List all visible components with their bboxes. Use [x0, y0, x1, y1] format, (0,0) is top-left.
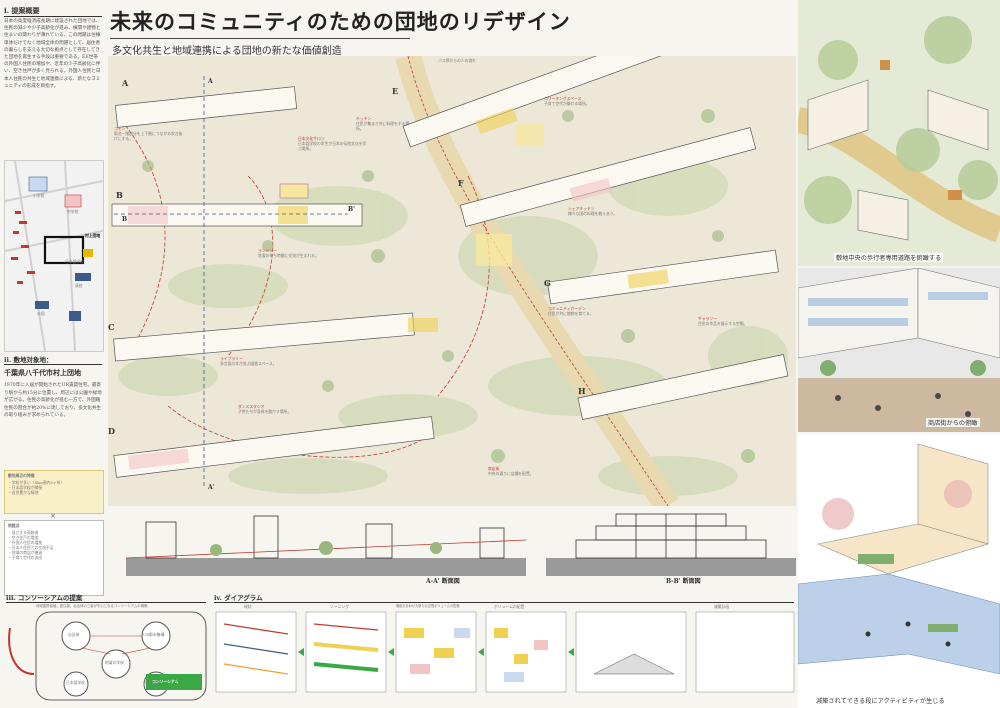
- consortium-badge: コンソーシアム: [152, 679, 179, 684]
- diagram-strip: 現状 ゾーニング 機能をあわせた新たな空間ボリュームの配置 ボリュームの配置 減…: [214, 604, 796, 704]
- perspective-2-caption: 商店街からの俯瞰: [926, 418, 980, 427]
- section-marker-a: A: [208, 78, 213, 85]
- diagram-step-5: 減築計画: [714, 604, 730, 609]
- site-plan: A B C D E F G H A A' B B' バス停からの人の流れ コモン…: [108, 56, 796, 506]
- section-aa: A-A' 断面図: [125, 510, 527, 590]
- plan-note-8-text: 様々な国の料理を教えあう。: [568, 211, 618, 216]
- perspective-3-caption: 減築されてできる段にアクティビティが生じる: [814, 696, 947, 705]
- building-label-g: G: [544, 278, 551, 288]
- site-plan-drawing: [111, 56, 789, 506]
- map-label-junior-high: 中学校: [67, 209, 79, 214]
- diagram-step-1: 現状: [244, 604, 252, 609]
- building-label-b: B: [116, 190, 123, 200]
- perspective-1: 敷地中央の歩行者専用道路を俯瞰する: [798, 0, 1000, 266]
- plan-note-9: コミュニティガーデン 住民が共に植物を育てる。: [548, 306, 620, 316]
- plan-note-2: 日本文化サロン 日本語学校の学生が日本の伝統文化を学ぶ場所。: [298, 136, 370, 151]
- building-label-h: H: [578, 386, 586, 396]
- plan-note-4: コワーキングスペース 子育て世代が働ける場所。: [544, 96, 614, 106]
- plan-note-3: キッチン 住民が集まり共に料理をする場所。: [356, 116, 416, 131]
- map-label-language-school: 日本語学校: [65, 259, 84, 264]
- plan-note-10-text: 住民の作品を展示する空間。: [698, 321, 748, 326]
- plan-note-10: ギャラリー 住民の作品を展示する空間。: [698, 316, 778, 326]
- building-label-d: D: [108, 426, 115, 436]
- map-label-park: 公園: [37, 311, 45, 316]
- diagram-step-2: ゾーニング: [330, 604, 349, 609]
- section-marker-b: B: [122, 216, 128, 223]
- plan-note-7-text: 子供たちが身体を動かす場所。: [238, 409, 292, 414]
- plan-note-6-text: 多言語の本が並ぶ図書スペース。: [220, 361, 277, 366]
- page-title: 未来のコミュニティのための団地のリデザイン: [110, 6, 570, 39]
- plan-note-5: ランドリー 洗濯の待ち時間に交流が生まれる。: [258, 248, 328, 258]
- proposal-overview-heading: i. 提案概要: [4, 6, 102, 17]
- plan-note-9-text: 住民が共に植物を育てる。: [548, 311, 594, 316]
- building-label-e: E: [392, 86, 399, 96]
- map-label-danchi: 村上団地: [85, 233, 101, 238]
- path-label: バス停からの人の流れ: [438, 58, 476, 63]
- consortium-node-4: 日本語学校: [66, 680, 85, 685]
- map-label-elementary: 小学校: [33, 193, 45, 198]
- overview-text: 日本の高度経済成長期に建設された団地では、住民の減少や少子高齢化が進み、棟間や建…: [4, 19, 101, 89]
- plan-note-11-text: 中央の通りに店舗を配置。: [488, 471, 534, 476]
- section-bb-label: B-B' 断面図: [666, 578, 701, 585]
- perspective-1-caption: 敷地中央の歩行者専用道路を俯瞰する: [834, 253, 944, 262]
- plan-note-3-text: 住民が集まり共に料理をする場所。: [356, 121, 410, 131]
- page-subtitle: 多文化共生と地域連携による団地の新たな価値創造: [112, 46, 342, 57]
- building-label-a: A: [122, 78, 129, 88]
- issues-title: 問題点: [8, 523, 20, 528]
- plan-note-2-text: 日本語学校の学生が日本の伝統文化を学ぶ場所。: [298, 141, 367, 151]
- cross-icon: ×: [50, 512, 56, 520]
- section-bb: B-B' 断面図: [546, 510, 796, 590]
- plan-note-4-text: 子育て世代が働ける場所。: [544, 101, 590, 106]
- consortium-node-1: 自治体: [68, 632, 80, 637]
- site-map: 小学校 中学校 高校 日本語学校 公園 村上団地: [4, 160, 104, 352]
- diagram-step-3: 機能をあわせた新たな空間ボリュームの配置: [396, 604, 460, 608]
- consortium-node-3: 地域の学校: [105, 660, 124, 665]
- site-text: 1970年に入居が開始されたUR賃貸住宅。最寄り駅から約15分に位置し、周辺には…: [4, 383, 102, 419]
- building-label-f: F: [458, 178, 464, 188]
- plan-note-6: ライブラリー 多言語の本が並ぶ図書スペース。: [220, 356, 290, 366]
- perspective-2: 商店街からの俯瞰: [798, 268, 1000, 432]
- consortium-node-2: UR都市機構: [143, 632, 165, 637]
- issue-item-6: ・子育て世代の流出: [8, 555, 43, 560]
- plan-note-11: 商店街 中央の通りに店舗を配置。: [488, 466, 560, 476]
- map-label-high-school: 高校: [75, 283, 83, 288]
- plan-note-1: コモン 東北一階部分を上下階につながる吹き抜けにする。: [114, 126, 184, 141]
- site-name: 千葉県八千代市村上団地: [4, 368, 81, 377]
- section-marker-b-prime: B': [348, 206, 355, 213]
- legend-title: 敷地周辺の特徴: [8, 473, 35, 478]
- consortium-heading: iii. コンソーシアムの提案: [6, 592, 206, 603]
- building-label-c: C: [108, 322, 115, 332]
- plan-note-8: シェアキッチン 様々な国の料理を教えあう。: [568, 206, 638, 216]
- perspective-3: 減築されてできる段にアクティビティが生じる: [798, 434, 1000, 708]
- plan-note-1-text: 東北一階部分を上下階につながる吹き抜けにする。: [114, 131, 183, 141]
- site-heading: ii. 敷地対象地：: [4, 354, 102, 365]
- plan-note-7: ダンススタジオ 子供たちが身体を動かす場所。: [238, 404, 308, 414]
- section-marker-a-prime: A': [208, 484, 215, 491]
- legend-item-3: ・自然豊かな緑地: [8, 490, 39, 495]
- consortium-header: 地域連携協議、居住者、自治体の三者が中心となるコンソーシアムの構築: [36, 604, 148, 608]
- plan-note-5-text: 洗濯の待ち時間に交流が生まれる。: [258, 253, 319, 258]
- legend-box: 敷地周辺の特徴 ・学校が多い（4km圏内5ヶ所） ・日本語学校が隣接 ・自然豊か…: [4, 470, 104, 514]
- diagram-step-4: ボリュームの配置: [494, 604, 525, 609]
- issues-box: 問題点 ・孤立する高齢者 ・空き住戸の増加 ・外国人住民の増加 ・日本人住民との…: [4, 520, 104, 596]
- section-aa-label: A-A' 断面図: [426, 578, 460, 585]
- consortium-diagram: 地域連携協議、居住者、自治体の三者が中心となるコンソーシアムの構築 自治体 UR…: [6, 604, 210, 704]
- diagram-heading: iv. ダイアグラム: [214, 592, 794, 603]
